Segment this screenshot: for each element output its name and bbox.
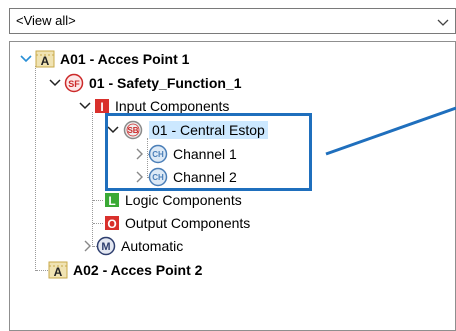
view-filter-value: <View all>: [16, 13, 76, 28]
tree-guide-line: [36, 270, 48, 271]
tree-label-a02: A02 - Acces Point 2: [73, 262, 203, 278]
tree-node-logic-components[interactable]: L Logic Components: [104, 189, 242, 211]
tree-guide-line: [35, 66, 36, 271]
tree-label-logic-components: Logic Components: [125, 192, 242, 208]
tree-label-automatic: Automatic: [121, 238, 184, 254]
tree-node-safety-function[interactable]: SF 01 - Safety_Function_1: [49, 72, 242, 94]
tree-node-a01[interactable]: A A01 - Acces Point 1: [20, 48, 189, 70]
tree-guide-line: [93, 200, 103, 201]
access-point-icon: A: [48, 261, 68, 279]
expand-chevron-icon[interactable]: [20, 53, 32, 65]
tree-node-output-components[interactable]: O Output Components: [104, 212, 250, 234]
tree-label-output-components: Output Components: [125, 215, 251, 231]
input-badge: I: [100, 100, 103, 114]
safety-function-icon: SF: [64, 73, 84, 93]
a01-badge: A: [41, 54, 50, 68]
logic-badge: L: [108, 194, 115, 208]
view-filter-dropdown[interactable]: <View all>: [9, 8, 456, 34]
tree-label-a01: A01 - Acces Point 1: [60, 51, 190, 67]
a02-badge: A: [54, 265, 63, 279]
highlight-box: [105, 113, 312, 191]
tree-guide-line: [93, 223, 103, 224]
tree-node-automatic[interactable]: M Automatic: [81, 235, 183, 257]
m-badge: M: [101, 241, 110, 253]
tree-label-input-components: Input Components: [115, 98, 230, 114]
sf-badge: SF: [68, 79, 80, 89]
logic-components-icon: L: [104, 192, 120, 208]
mode-icon: M: [96, 236, 116, 256]
input-components-icon: I: [94, 98, 110, 114]
expand-chevron-icon[interactable]: [49, 77, 61, 89]
tree-node-a02[interactable]: A A02 - Acces Point 2: [48, 259, 202, 281]
expand-chevron-icon[interactable]: [79, 100, 91, 112]
output-badge: O: [107, 217, 116, 231]
tree-guide-line: [92, 112, 93, 247]
chevron-down-icon[interactable]: [437, 15, 449, 33]
access-point-icon: A: [35, 50, 55, 68]
tree-label-safety-function: 01 - Safety_Function_1: [89, 75, 242, 91]
output-components-icon: O: [104, 215, 120, 231]
collapse-chevron-icon[interactable]: [81, 240, 93, 252]
